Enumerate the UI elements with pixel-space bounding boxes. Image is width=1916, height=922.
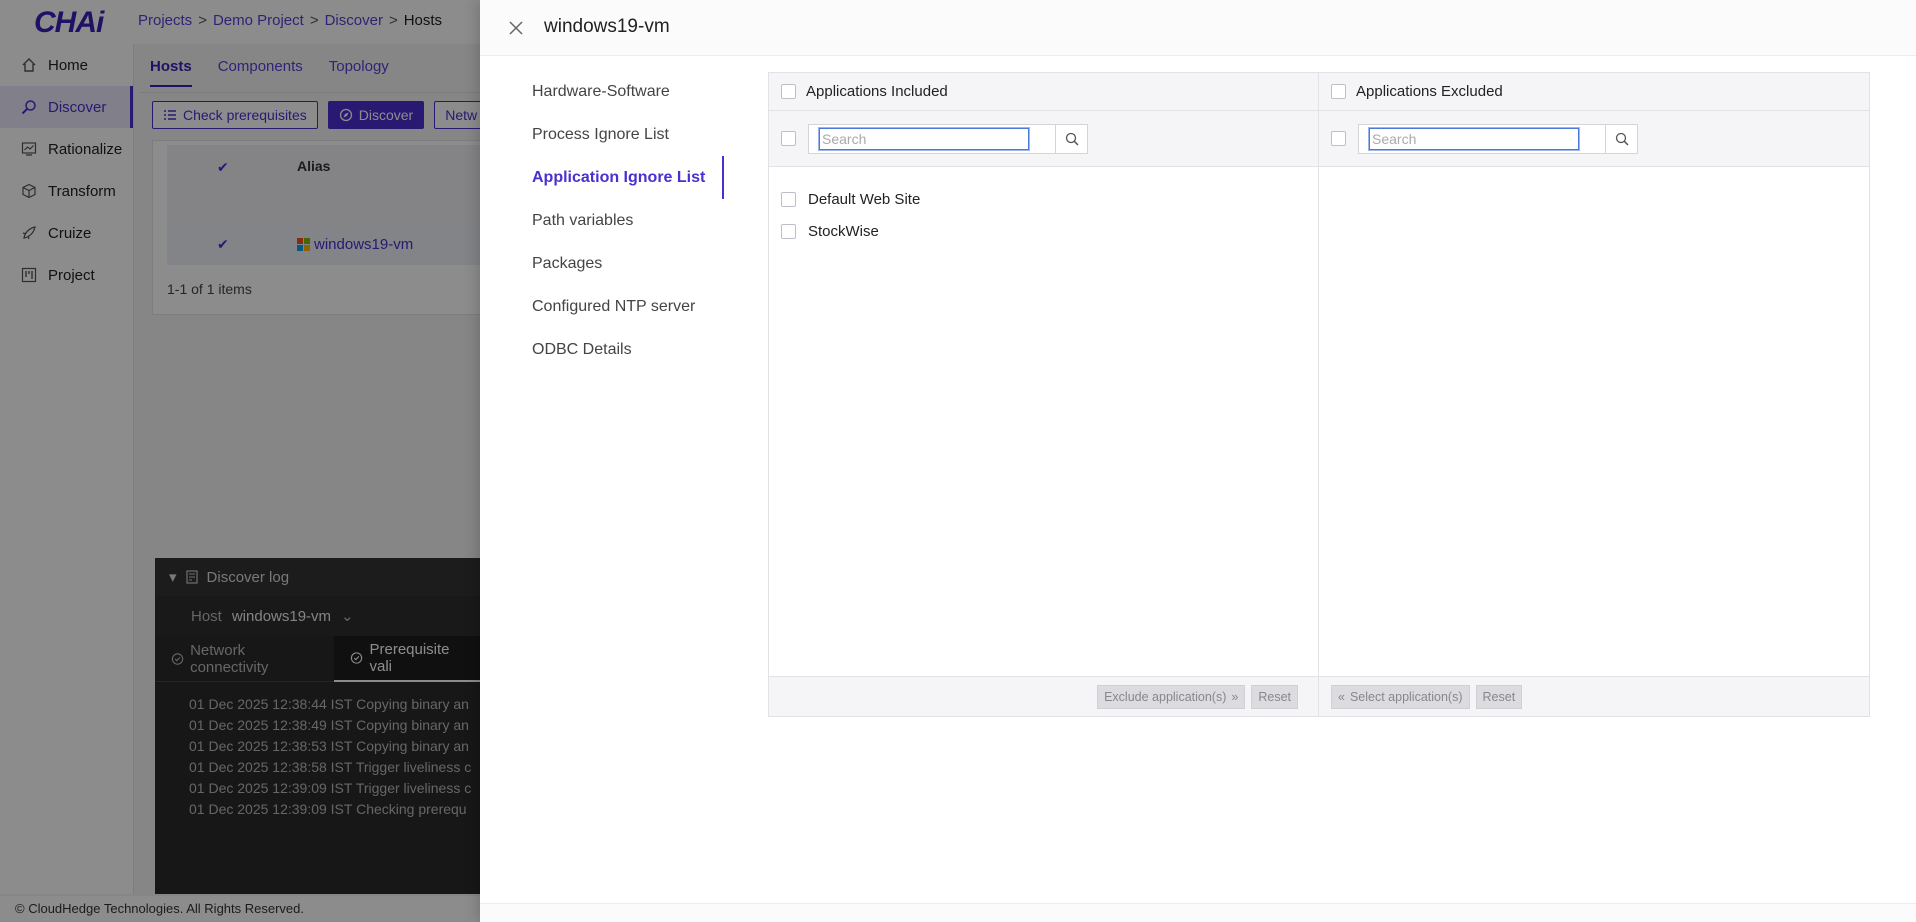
included-select-all-checkbox[interactable] bbox=[781, 84, 796, 99]
item-checkbox[interactable] bbox=[781, 191, 796, 207]
select-applications-button[interactable]: « Select application(s) bbox=[1331, 684, 1470, 709]
menu-packages[interactable]: Packages bbox=[532, 242, 724, 285]
drawer-side-menu: Hardware-Software Process Ignore List Ap… bbox=[532, 70, 724, 371]
excluded-search-box bbox=[1358, 123, 1638, 154]
exclude-label: Exclude application(s) bbox=[1104, 689, 1227, 704]
drawer-header: windows19-vm bbox=[480, 0, 1916, 56]
menu-odbc-details[interactable]: ODBC Details bbox=[532, 328, 724, 371]
excluded-search-checkbox[interactable] bbox=[1331, 131, 1346, 146]
exclude-applications-button[interactable]: Exclude application(s) » bbox=[1097, 684, 1246, 709]
included-footer: Exclude application(s) » Reset bbox=[769, 676, 1318, 716]
host-details-drawer: windows19-vm Hardware-Software Process I… bbox=[480, 0, 1916, 922]
included-reset-button[interactable]: Reset bbox=[1251, 684, 1298, 709]
excluded-reset-button[interactable]: Reset bbox=[1475, 684, 1523, 709]
modal-overlay[interactable] bbox=[0, 0, 480, 922]
drawer-title: windows19-vm bbox=[544, 16, 670, 37]
menu-process-ignore-list[interactable]: Process Ignore List bbox=[532, 113, 724, 156]
select-label: Select application(s) bbox=[1349, 689, 1463, 704]
included-search-row bbox=[769, 111, 1318, 167]
excluded-search-input[interactable] bbox=[1368, 126, 1580, 151]
included-header: Applications Included bbox=[769, 73, 1318, 111]
included-search-box bbox=[808, 123, 1088, 154]
excluded-select-all-checkbox[interactable] bbox=[1331, 84, 1346, 99]
double-chevron-right-icon: » bbox=[1231, 689, 1239, 704]
included-panel: Applications Included Default Web Site bbox=[769, 73, 1319, 716]
included-title: Applications Included bbox=[806, 83, 948, 100]
excluded-panel: Applications Excluded « Select applicat bbox=[1319, 73, 1869, 716]
item-checkbox[interactable] bbox=[781, 223, 796, 239]
excluded-search-container bbox=[1359, 125, 1605, 153]
item-label: Default Web Site bbox=[808, 190, 921, 208]
included-search-input[interactable] bbox=[818, 126, 1030, 151]
drawer-footer bbox=[480, 903, 1916, 922]
list-item[interactable]: Default Web Site bbox=[769, 183, 1318, 215]
excluded-search-row bbox=[1319, 111, 1869, 167]
included-search-checkbox[interactable] bbox=[781, 131, 796, 146]
double-chevron-left-icon: « bbox=[1338, 689, 1345, 704]
search-icon[interactable] bbox=[1605, 124, 1637, 153]
search-icon[interactable] bbox=[1055, 124, 1087, 153]
excluded-list bbox=[1319, 167, 1869, 183]
list-item[interactable]: StockWise bbox=[769, 215, 1318, 247]
included-list: Default Web Site StockWise bbox=[769, 167, 1318, 247]
excluded-title: Applications Excluded bbox=[1356, 83, 1503, 100]
item-label: StockWise bbox=[808, 222, 879, 240]
close-icon[interactable] bbox=[506, 18, 526, 38]
menu-hardware-software[interactable]: Hardware-Software bbox=[532, 70, 724, 113]
included-search-container bbox=[809, 125, 1055, 153]
menu-application-ignore-list[interactable]: Application Ignore List bbox=[532, 156, 724, 199]
menu-path-variables[interactable]: Path variables bbox=[532, 199, 724, 242]
excluded-footer: « Select application(s) Reset bbox=[1319, 676, 1869, 716]
application-transfer: Applications Included Default Web Site bbox=[768, 72, 1870, 717]
excluded-header: Applications Excluded bbox=[1319, 73, 1869, 111]
menu-configured-ntp-server[interactable]: Configured NTP server bbox=[532, 285, 724, 328]
